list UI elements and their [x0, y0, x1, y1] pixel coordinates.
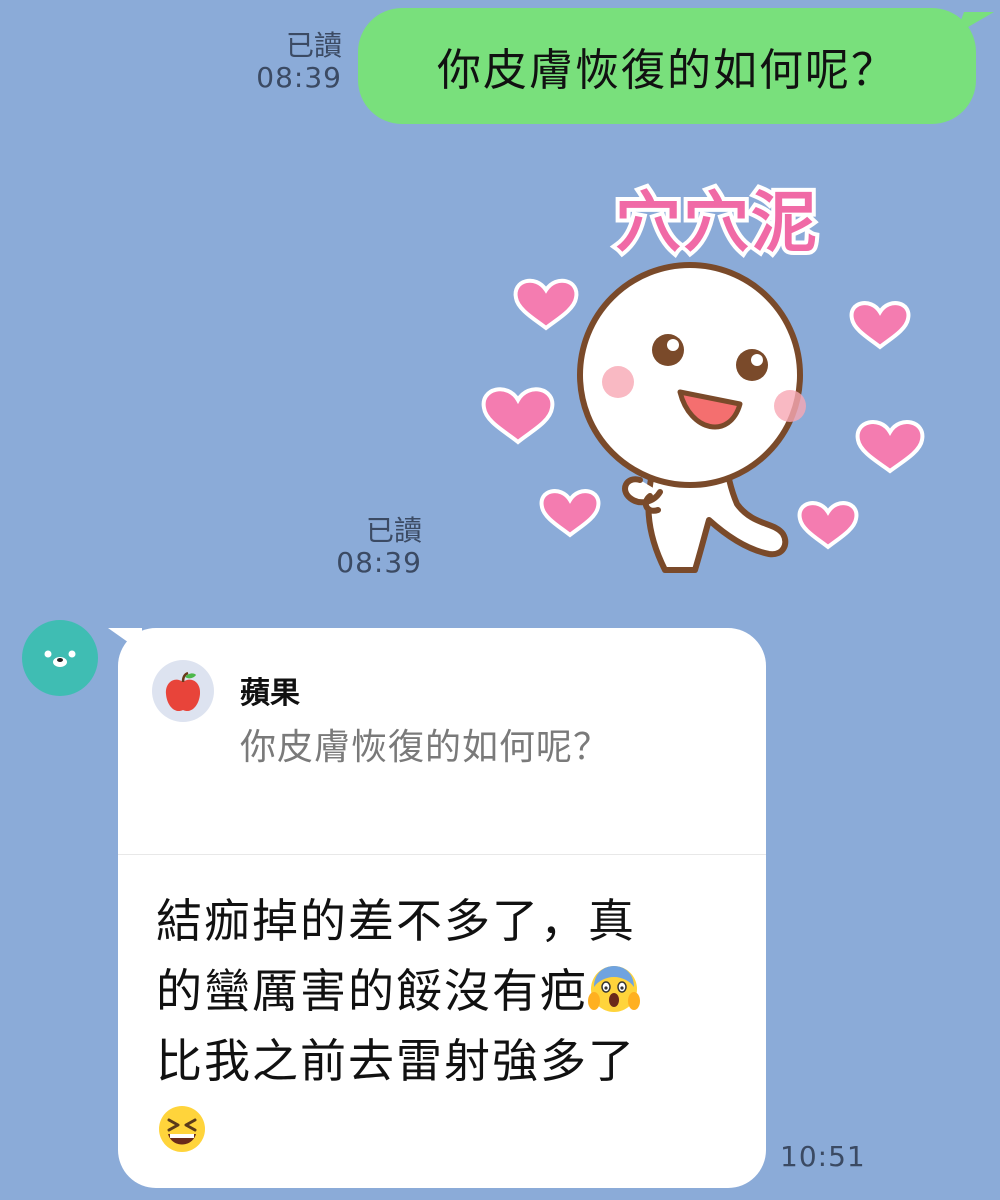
bear-avatar-icon[interactable]	[22, 620, 98, 696]
apple-icon	[152, 660, 214, 722]
bubble-tail	[108, 628, 142, 652]
grinning-squinting-face-emoji	[156, 1103, 208, 1155]
outgoing-message-bubble[interactable]: 你皮膚恢復的如何呢？	[358, 8, 995, 124]
bubble-tail	[955, 12, 995, 34]
reply-message-text: 結痂掉的差不多了，真 的蠻厲害的餒沒有疤 比我之前去雷射強多了	[156, 886, 756, 1166]
quoted-sender-name: 蘋果	[240, 676, 300, 711]
reply-line	[156, 1096, 756, 1166]
reply-line: 的蠻厲害的餒沒有疤	[156, 956, 756, 1026]
incoming-message-bubble[interactable]: 蘋果 你皮膚恢復的如何呢？ 結痂掉的差不多了，真 的蠻厲害的餒沒有疤 比我之前去…	[108, 628, 766, 1188]
message-time: 08:39	[256, 61, 342, 95]
read-receipt: 已讀	[365, 514, 422, 547]
sticker-message-meta: 已讀 08:39	[300, 514, 422, 580]
outgoing-message-text: 你皮膚恢復的如何呢？	[437, 45, 897, 96]
reply-line: 比我之前去雷射強多了	[156, 1034, 636, 1088]
quote-divider	[118, 854, 766, 855]
message-time: 10:51	[780, 1140, 866, 1173]
message-time: 08:39	[336, 546, 422, 580]
outgoing-message-meta: 已讀 08:39	[230, 29, 342, 95]
smiling-character-hearts-sticker[interactable]: 穴穴泥	[480, 160, 930, 590]
quoted-message-text[interactable]: 你皮膚恢復的如何呢？	[240, 718, 610, 770]
face-screaming-in-fear-emoji	[588, 963, 640, 1015]
reply-line-text: 的蠻厲害的餒沒有疤	[156, 964, 588, 1018]
reply-line: 結痂掉的差不多了，真	[156, 894, 636, 948]
sticker-caption: 穴穴泥	[615, 184, 819, 261]
read-receipt: 已讀	[285, 29, 342, 62]
character-body	[577, 262, 803, 573]
